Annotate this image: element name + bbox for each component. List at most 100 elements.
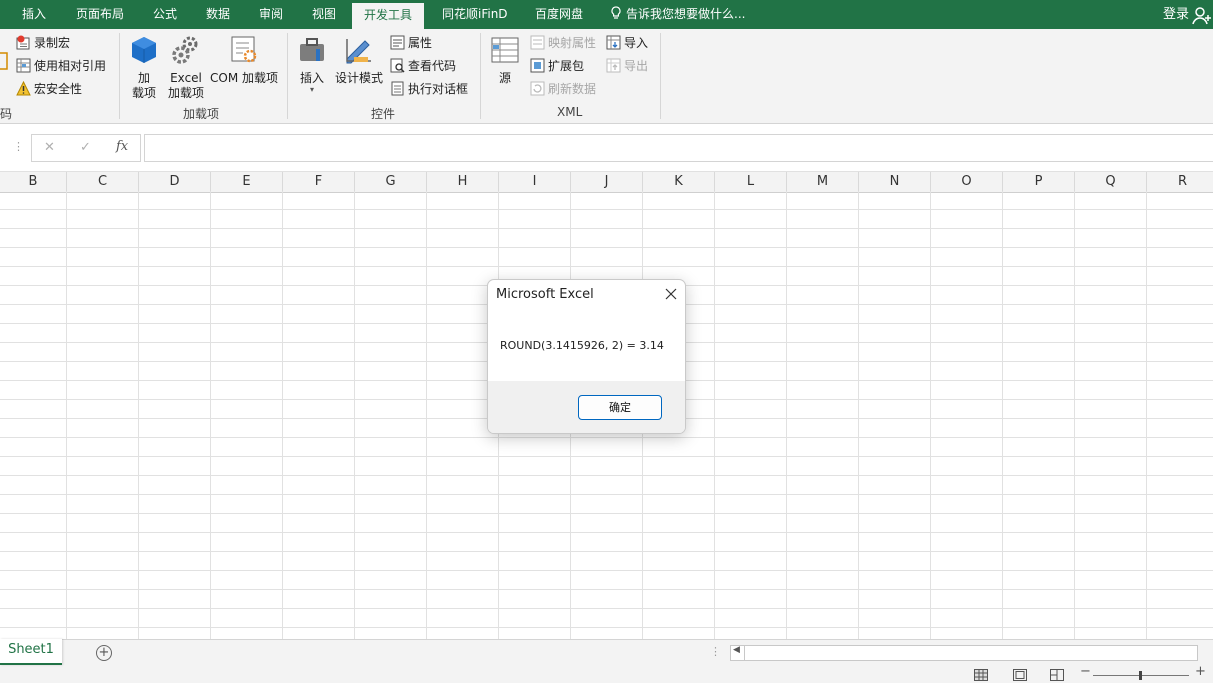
page-break-view-icon[interactable] — [1050, 669, 1064, 681]
zoom-slider-thumb[interactable] — [1139, 671, 1142, 680]
message-box-dialog: Microsoft Excel ROUND(3.1415926, 2) = 3.… — [487, 279, 686, 434]
ribbon-panel: 录制宏 使用相对引用 宏安全性 代码 加 载项 Excel 加载项 COM 加载… — [0, 29, 1213, 124]
column-header[interactable]: C — [67, 172, 139, 192]
column-header[interactable]: N — [859, 172, 931, 192]
tab-ifind[interactable]: 同花顺iFinD — [442, 0, 508, 29]
formula-input[interactable] — [144, 134, 1213, 162]
tab-review[interactable]: 审阅 — [259, 0, 283, 29]
add-user-icon[interactable] — [1191, 4, 1213, 26]
column-header[interactable]: Q — [1075, 172, 1147, 192]
lightbulb-icon — [611, 6, 621, 19]
add-sheet-icon[interactable]: + — [96, 645, 112, 661]
zoom-out-icon[interactable]: − — [1080, 664, 1091, 679]
column-header[interactable]: L — [715, 172, 787, 192]
tell-me-box[interactable]: 告诉我您想要做什么... — [610, 0, 745, 29]
formula-button-box: ✕ ✓ fx — [31, 134, 141, 162]
tab-developer[interactable]: 开发工具 — [352, 3, 425, 29]
chevron-down-icon: ▾ — [309, 85, 314, 94]
column-header[interactable]: P — [1003, 172, 1075, 192]
com-addin-icon — [231, 36, 257, 63]
com-addins-button[interactable]: COM 加载项 — [208, 35, 280, 86]
ok-button[interactable]: 确定 — [578, 395, 662, 420]
relative-reference-button[interactable]: 使用相对引用 — [16, 56, 106, 76]
column-header[interactable]: O — [931, 172, 1003, 192]
run-dialog-button[interactable]: 执行对话框 — [390, 79, 468, 99]
tab-page-layout[interactable]: 页面布局 — [76, 0, 124, 29]
column-header[interactable]: G — [355, 172, 427, 192]
xml-import-label: 导入 — [624, 36, 649, 50]
xml-source-button[interactable]: 源 — [489, 35, 521, 86]
column-header[interactable]: D — [139, 172, 211, 192]
column-header[interactable]: K — [643, 172, 715, 192]
addin-cube-icon — [132, 37, 156, 63]
tab-formulas[interactable]: 公式 — [153, 0, 177, 29]
column-header[interactable]: J — [571, 172, 643, 192]
vba-icon[interactable] — [0, 51, 8, 71]
cancel-icon[interactable]: ✕ — [44, 140, 55, 155]
close-icon[interactable] — [663, 286, 679, 302]
horizontal-scrollbar[interactable]: ◀ — [730, 645, 1198, 661]
tab-view[interactable]: 视图 — [312, 0, 336, 29]
tell-me-text: 告诉我您想要做什么... — [626, 7, 746, 21]
design-mode-label: 设计模式 — [334, 71, 383, 85]
map-properties-button[interactable]: 映射属性 — [530, 33, 596, 53]
group-label-xml: XML — [557, 105, 583, 119]
column-header[interactable]: H — [427, 172, 499, 192]
sheet-tab-sheet1[interactable]: Sheet1 — [0, 639, 62, 665]
zoom-slider[interactable] — [1093, 671, 1189, 680]
column-header[interactable]: I — [499, 172, 571, 192]
tab-baidu-netdisk[interactable]: 百度网盘 — [535, 0, 583, 29]
insert-control-button[interactable]: 插入 ▾ — [296, 35, 328, 94]
refresh-data-label: 刷新数据 — [548, 82, 597, 96]
normal-view-icon[interactable] — [974, 669, 988, 681]
tab-insert[interactable]: 插入 — [22, 0, 46, 29]
xml-source-icon — [491, 37, 519, 63]
scroll-left-icon[interactable]: ◀ — [733, 645, 740, 655]
relative-reference-label: 使用相对引用 — [34, 59, 107, 73]
column-header[interactable]: F — [283, 172, 355, 192]
dialog-message: ROUND(3.1415926, 2) = 3.14 — [500, 339, 664, 352]
ribbon-separator — [660, 33, 661, 119]
record-macro-button[interactable]: 录制宏 — [16, 33, 70, 53]
properties-button[interactable]: 属性 — [390, 33, 432, 53]
com-addins-label: COM 加载项 — [210, 71, 278, 85]
ribbon-tab-bar: 插入 页面布局 公式 数据 审阅 视图 开发工具 同花顺iFinD 百度网盘 告… — [0, 0, 1213, 29]
login-link[interactable]: 登录 — [1163, 0, 1189, 29]
import-icon — [606, 35, 621, 50]
view-code-label: 查看代码 — [408, 59, 457, 73]
insert-function-icon[interactable]: fx — [116, 139, 128, 154]
excel-addins-button[interactable]: Excel 加载项 — [166, 35, 206, 101]
group-label-controls: 控件 — [371, 107, 396, 121]
zoom-in-icon[interactable]: + — [1195, 664, 1206, 679]
xml-export-label: 导出 — [624, 59, 649, 73]
tab-split-grip-icon[interactable]: ⋮ — [710, 645, 721, 658]
map-properties-label: 映射属性 — [548, 36, 597, 50]
gears-icon — [172, 36, 198, 64]
column-header[interactable]: M — [787, 172, 859, 192]
group-label-addins: 加载项 — [183, 107, 220, 121]
refresh-data-button[interactable]: 刷新数据 — [530, 79, 596, 99]
properties-icon — [390, 35, 405, 50]
xml-source-label: 源 — [498, 71, 511, 85]
macro-security-button[interactable]: 宏安全性 — [16, 79, 82, 99]
view-code-button[interactable]: 查看代码 — [390, 56, 456, 76]
page-layout-view-icon[interactable] — [1013, 669, 1027, 681]
run-dialog-icon — [391, 81, 404, 96]
column-header[interactable]: B — [0, 172, 67, 192]
status-bar: − + — [0, 664, 1213, 683]
column-header[interactable]: E — [211, 172, 283, 192]
tab-data[interactable]: 数据 — [206, 0, 230, 29]
view-code-icon — [390, 58, 405, 73]
export-icon — [606, 58, 621, 73]
xml-export-button[interactable]: 导出 — [606, 56, 648, 76]
enter-icon[interactable]: ✓ — [80, 140, 91, 155]
ribbon-separator — [287, 33, 288, 119]
excel-addins-label-line2: 加载项 — [167, 86, 204, 100]
xml-import-button[interactable]: 导入 — [606, 33, 648, 53]
design-mode-button[interactable]: 设计模式 — [334, 35, 384, 86]
expansion-packs-button[interactable]: 扩展包 — [530, 56, 584, 76]
insert-control-label: 插入 — [299, 71, 324, 85]
column-header[interactable]: R — [1147, 172, 1213, 192]
addins-button[interactable]: 加 载项 — [129, 35, 159, 101]
addins-label-line2: 载项 — [131, 86, 156, 100]
